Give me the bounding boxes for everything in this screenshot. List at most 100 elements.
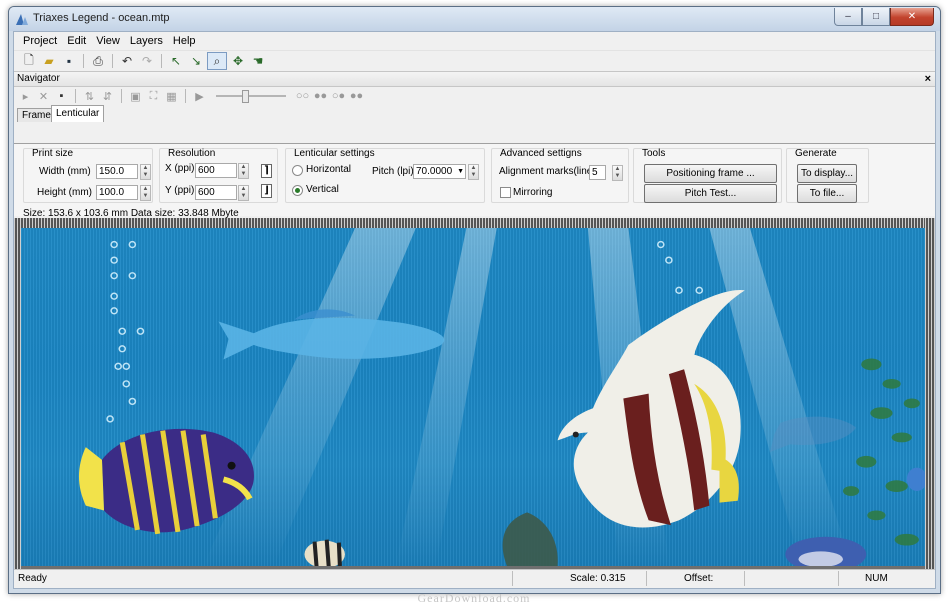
y-ppi-input[interactable]: 600 — [195, 185, 237, 200]
mirroring-label: Mirroring — [513, 187, 553, 198]
close-button[interactable]: ✕ — [890, 8, 934, 26]
link-bottom-icon[interactable]: ⌋ — [261, 184, 272, 198]
blue-fish — [218, 317, 445, 360]
minimize-button[interactable]: – — [834, 8, 862, 26]
positioning-frame-button[interactable]: Positioning frame ... — [644, 164, 777, 183]
pitch-spinner[interactable]: ▲ ▼ — [468, 164, 479, 180]
new-file-icon[interactable]: 🗋 — [20, 53, 38, 69]
link-top-icon[interactable]: ⌉ — [261, 164, 272, 178]
menu-help[interactable]: Help — [168, 35, 201, 47]
ocean-image — [21, 228, 925, 566]
toolbar-separator — [112, 54, 113, 68]
pitch-select[interactable]: 70.0000 ▼ — [413, 164, 466, 179]
status-divider — [838, 571, 839, 586]
width-label: Width (mm) — [39, 166, 91, 177]
small-striped-fish — [304, 539, 345, 566]
vertical-label: Vertical — [306, 184, 339, 195]
advanced-settings-title: Advanced settigns — [500, 148, 582, 159]
close-icon: ✕ — [907, 11, 917, 22]
resolution-group: Resolution X (ppi) 600 ▲ ▼ Y (ppi) 600 ▲ ▼… — [159, 148, 278, 203]
toolbar-separator — [185, 89, 186, 103]
maximize-icon: □ — [872, 11, 880, 22]
alignment-marks-spinner[interactable]: ▲ ▼ — [612, 165, 623, 181]
delete-icon[interactable]: ✕ — [36, 88, 51, 104]
lenticular-stripe-left — [14, 218, 21, 569]
pointer-tool-icon[interactable]: ↘ — [187, 53, 205, 69]
app-window: Triaxes Legend - ocean.mtp – □ ✕ Project… — [8, 6, 941, 594]
zoom-tool-icon[interactable]: ⌕ — [207, 52, 227, 70]
status-bar: Ready Scale: 0.315 Offset: NUM — [14, 569, 935, 588]
pan-tool-icon[interactable]: ✥ — [229, 53, 247, 69]
tab-strip: Frames Lenticular — [14, 105, 935, 122]
frames-pair-icon[interactable]: ●● — [313, 88, 328, 104]
x-ppi-spinner[interactable]: ▲ ▼ — [238, 163, 249, 179]
frames-all-icon[interactable]: ●● — [349, 88, 364, 104]
tab-lenticular[interactable]: Lenticular — [51, 105, 105, 122]
navigator-close-icon[interactable]: × — [925, 72, 931, 86]
menu-layers[interactable]: Layers — [125, 35, 168, 47]
seaweed — [843, 358, 920, 546]
maximize-button[interactable]: □ — [862, 8, 890, 26]
redo-icon[interactable]: ↷ — [138, 53, 156, 69]
y-ppi-spinner[interactable]: ▲ ▼ — [238, 185, 249, 201]
sort-descending-icon[interactable]: ⇵ — [100, 88, 115, 104]
alignment-marks-input[interactable]: 5 — [589, 165, 606, 180]
hand-tool-icon[interactable]: ☚ — [249, 53, 267, 69]
lenticular-stripe-top — [14, 218, 935, 228]
lenticular-settings-title: Lenticular settings — [294, 148, 375, 159]
navigator-title: Navigator — [17, 73, 60, 84]
height-input[interactable]: 100.0 — [96, 185, 138, 200]
select-arrow-icon[interactable]: ↖ — [167, 53, 185, 69]
print-size-title: Print size — [32, 148, 74, 159]
slider-thumb[interactable] — [242, 90, 249, 103]
frame-slider[interactable] — [216, 90, 286, 103]
pitch-test-button[interactable]: Pitch Test... — [644, 184, 777, 203]
ocean-scene — [78, 228, 925, 566]
save-icon[interactable]: ▪ — [60, 53, 78, 69]
save-frames-icon[interactable]: ▪ — [54, 88, 69, 104]
lenticular-settings-group: Lenticular settings Horizontal Vertical … — [285, 148, 485, 203]
y-ppi-label: Y (ppi) — [165, 185, 195, 196]
generate-title: Generate — [795, 148, 837, 159]
menu-project[interactable]: Project — [18, 35, 62, 47]
menu-bar: Project Edit View Layers Help — [14, 32, 935, 50]
frames-mix-icon[interactable]: ○● — [331, 88, 346, 104]
vertical-radio[interactable] — [292, 185, 303, 196]
print-size-group: Print size Width (mm) 150.0 ▲ ▼ Height (m… — [23, 148, 153, 203]
open-icon[interactable]: ▸ — [18, 88, 33, 104]
app-icon — [16, 14, 28, 25]
width-spinner[interactable]: ▲ ▼ — [140, 164, 151, 180]
width-input[interactable]: 150.0 — [96, 164, 138, 179]
image-viewport[interactable] — [14, 218, 935, 569]
sort-ascending-icon[interactable]: ⇅ — [82, 88, 97, 104]
frame-expand-icon[interactable]: ⛶ — [146, 88, 161, 104]
print-preview-icon[interactable]: ⎙ — [89, 53, 107, 69]
frames-link-icon[interactable]: ○○ — [295, 88, 310, 104]
minimize-icon: – — [845, 11, 851, 22]
open-folder-icon[interactable]: ▰ — [40, 53, 58, 69]
play-icon[interactable]: ▶ — [192, 88, 207, 104]
bannerfish-right — [557, 289, 745, 528]
x-ppi-label: X (ppi) — [165, 163, 195, 174]
to-display-button[interactable]: To display... — [797, 164, 857, 183]
main-toolbar: 🗋 ▰ ▪ ⎙ ↶ ↷ ↖ ↘ ⌕ ✥ ☚ — [14, 50, 935, 71]
pitch-label: Pitch (lpi) — [372, 166, 414, 177]
alignment-marks-label: Alignment marks(lines) — [499, 166, 601, 177]
client-area: Project Edit View Layers Help 🗋 ▰ ▪ ⎙ ↶ … — [13, 31, 936, 589]
window-title: Triaxes Legend - ocean.mtp — [33, 12, 170, 24]
pitch-value: 70.0000 — [416, 166, 453, 177]
chevron-down-icon: ▼ — [457, 168, 464, 175]
menu-edit[interactable]: Edit — [62, 35, 91, 47]
menu-view[interactable]: View — [91, 35, 125, 47]
height-spinner[interactable]: ▲ ▼ — [140, 185, 151, 201]
status-divider — [744, 571, 745, 586]
title-bar[interactable]: Triaxes Legend - ocean.mtp – □ ✕ — [9, 7, 940, 31]
frame-grid-icon[interactable]: ▦ — [164, 88, 179, 104]
frame-fit-icon[interactable]: ▣ — [128, 88, 143, 104]
horizontal-label: Horizontal — [306, 164, 352, 175]
mirroring-checkbox[interactable] — [500, 187, 511, 198]
undo-icon[interactable]: ↶ — [118, 53, 136, 69]
x-ppi-input[interactable]: 600 — [195, 163, 237, 178]
to-file-button[interactable]: To file... — [797, 184, 857, 203]
horizontal-radio[interactable] — [292, 165, 303, 176]
